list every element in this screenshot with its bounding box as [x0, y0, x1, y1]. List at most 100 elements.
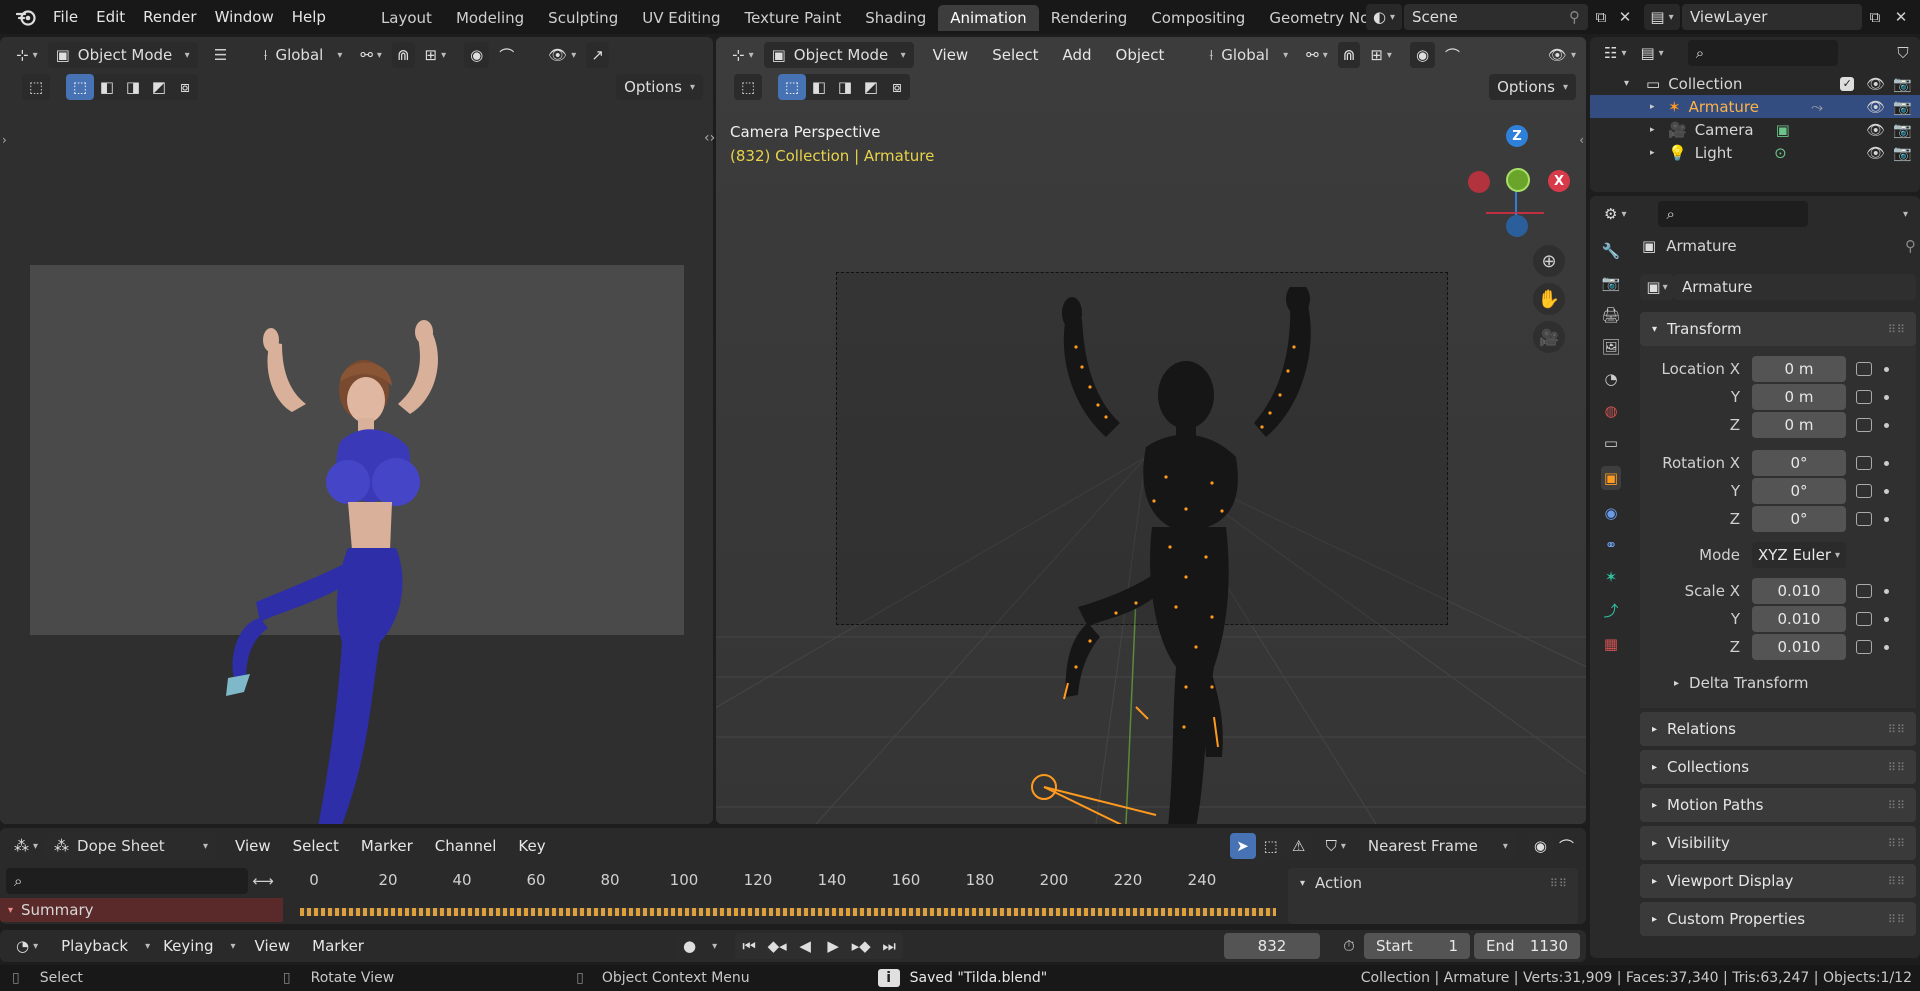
main-snap-toggle[interactable]: ⋒: [1337, 42, 1361, 68]
location-z-field[interactable]: 0 m: [1752, 412, 1846, 438]
left-viewport[interactable]: ⊹ ▾ ▣ Object Mode ▾ ☰ ⟊ Global ▾ ⚯ ▾ ⋒ ⊞ ▾ ◉ ⌒ …: [0, 37, 713, 824]
dopesheet-menu-marker[interactable]: Marker: [352, 837, 422, 855]
main-select-invert-button[interactable]: ◩: [858, 74, 884, 100]
keyframe-dot-icon[interactable]: [1884, 644, 1889, 650]
rotation-z-field[interactable]: 0°: [1752, 506, 1846, 532]
display-mode-dropdown[interactable]: ▤ ▾: [1636, 40, 1667, 66]
camera-render-icon[interactable]: 📷: [1893, 121, 1912, 139]
new-scene-icon[interactable]: ⧉: [1590, 6, 1612, 28]
camera-view-icon[interactable]: 🎥: [1533, 321, 1565, 353]
gizmo-z-axis[interactable]: Z: [1506, 125, 1528, 147]
location-y-field[interactable]: 0 m: [1752, 384, 1846, 410]
camera-render-icon[interactable]: 📷: [1893, 75, 1912, 93]
menu-file[interactable]: File: [44, 8, 87, 26]
snap-target-dropdown[interactable]: ⊞ ▾: [421, 42, 451, 68]
main-viewport[interactable]: ⊹ ▾ ▣ Object Mode ▾ View Select Add Object …: [716, 37, 1586, 824]
custom-properties-panel-header[interactable]: ▸ Custom Properties ⠿⠿: [1640, 902, 1916, 936]
gizmo-toggle[interactable]: ↗: [586, 42, 609, 68]
eye-icon[interactable]: 👁: [1866, 98, 1885, 116]
orientation-dropdown[interactable]: ⟊ Global ▾: [256, 42, 351, 68]
stopwatch-icon[interactable]: ⏱: [1338, 935, 1360, 957]
filter-icon[interactable]: ⛉: [1892, 42, 1914, 64]
object-datablock-dropdown[interactable]: ▣ ▾: [1640, 274, 1674, 300]
dopesheet-falloff-dropdown[interactable]: ⌒: [1555, 833, 1578, 859]
close-viewlayer-icon[interactable]: ✕: [1890, 6, 1912, 28]
timeline-menu-marker[interactable]: Marker: [303, 937, 373, 955]
main-object-mode-dropdown[interactable]: ▣ Object Mode ▾: [763, 42, 914, 68]
relations-panel-header[interactable]: ▸ Relations ⠿⠿: [1640, 712, 1916, 746]
timeline-menu-view[interactable]: View: [246, 937, 300, 955]
lock-icon[interactable]: [1856, 640, 1872, 654]
pivot-dropdown[interactable]: ⚯ ▾: [356, 42, 386, 68]
lock-icon[interactable]: [1856, 584, 1872, 598]
main-select-intersect-button[interactable]: ⧇: [884, 74, 910, 100]
tab-uv-editing[interactable]: UV Editing: [630, 5, 732, 31]
expand-arrow-icon[interactable]: ▾: [1624, 78, 1638, 89]
tab-sculpting[interactable]: Sculpting: [536, 5, 630, 31]
camera-render-icon[interactable]: 📷: [1893, 144, 1912, 162]
collapse-arrow-icon[interactable]: ›: [2, 133, 7, 147]
main-pivot-dropdown[interactable]: ⚯ ▾: [1302, 42, 1332, 68]
main-tweak-tool-button[interactable]: ⬚: [734, 74, 762, 100]
select-subtract-button[interactable]: ◨: [120, 74, 146, 100]
constraint-tab-icon[interactable]: ✶: [1605, 568, 1618, 586]
lock-icon[interactable]: [1856, 390, 1872, 404]
area-split-handle[interactable]: ‹›: [704, 130, 715, 146]
jump-start-button[interactable]: ⏮: [735, 933, 763, 959]
main-options-dropdown[interactable]: Options ▾: [1489, 74, 1576, 100]
lock-icon[interactable]: [1856, 484, 1872, 498]
tab-texture-paint[interactable]: Texture Paint: [732, 5, 853, 31]
zoom-icon[interactable]: ⊕: [1533, 245, 1565, 277]
keyframe-dot-icon[interactable]: [1884, 422, 1889, 428]
jump-next-key-button[interactable]: ▸◆: [847, 933, 875, 959]
texture-tab-icon[interactable]: ▦: [1604, 635, 1618, 653]
main-proportional-toggle[interactable]: ◉: [1409, 42, 1436, 68]
close-scene-icon[interactable]: ✕: [1614, 6, 1636, 28]
rotation-y-field[interactable]: 0°: [1752, 478, 1846, 504]
lock-icon[interactable]: [1856, 456, 1872, 470]
visibility-dropdown[interactable]: 👁 ▾: [544, 42, 580, 68]
action-panel-header[interactable]: ▾ Action ⠿⠿: [1288, 868, 1578, 898]
main-visibility-dropdown[interactable]: 👁 ▾: [1544, 42, 1580, 68]
proportional-toggle[interactable]: ◉: [464, 42, 490, 68]
properties-editor-type-button[interactable]: ⚙ ▾: [1600, 201, 1630, 227]
select-new-button[interactable]: ⬚: [66, 74, 94, 100]
menu-render[interactable]: Render: [134, 8, 205, 26]
rotation-mode-dropdown[interactable]: XYZ Euler ▾: [1752, 542, 1846, 568]
keyframe-dot-icon[interactable]: [1884, 616, 1889, 622]
only-selected-toggle[interactable]: ➤: [1229, 833, 1256, 859]
keyframe-dot-icon[interactable]: [1884, 394, 1889, 400]
show-hidden-toggle[interactable]: ⬚: [1257, 833, 1284, 859]
properties-options-dropdown[interactable]: ▾: [1891, 201, 1916, 227]
scale-x-field[interactable]: 0.010: [1752, 578, 1846, 604]
rotation-x-field[interactable]: 0°: [1752, 450, 1846, 476]
pin-icon[interactable]: ⚲: [1569, 8, 1580, 26]
snap-toggle[interactable]: ⋒: [391, 42, 415, 68]
dopesheet-menu-key[interactable]: Key: [509, 837, 554, 855]
main-falloff-dropdown[interactable]: ⌒: [1441, 42, 1464, 68]
main-select-subtract-button[interactable]: ◨: [832, 74, 858, 100]
eye-icon[interactable]: 👁: [1866, 75, 1885, 93]
dopesheet-mode-dropdown[interactable]: ⁂ Dope Sheet ▾: [46, 833, 217, 859]
lock-icon[interactable]: [1856, 512, 1872, 526]
tab-compositing[interactable]: Compositing: [1139, 5, 1257, 31]
outliner-row-armature[interactable]: ▸ ✶ Armature ⤳ 👁 📷: [1590, 95, 1920, 118]
scene-field[interactable]: Scene ⚲: [1404, 4, 1588, 30]
keyframe-dot-icon[interactable]: [1884, 488, 1889, 494]
collections-panel-header[interactable]: ▸ Collections ⠿⠿: [1640, 750, 1916, 784]
start-frame-field[interactable]: Start 1: [1364, 933, 1470, 959]
select-extend-button[interactable]: ◧: [94, 74, 120, 100]
view-layer-tab-icon[interactable]: 🖼: [1601, 338, 1620, 356]
keyframe-dot-icon[interactable]: [1884, 516, 1889, 522]
pin-icon[interactable]: ⚲: [1905, 237, 1916, 255]
tool-tab-icon[interactable]: 🔧: [1602, 242, 1621, 260]
select-invert-button[interactable]: ◩: [146, 74, 172, 100]
world-tab-icon[interactable]: ◍: [1604, 402, 1617, 420]
new-viewlayer-icon[interactable]: ⧉: [1864, 6, 1886, 28]
outliner-search-input[interactable]: ⌕: [1687, 40, 1838, 66]
transform-panel-header[interactable]: ▾ Transform ⠿⠿: [1640, 312, 1916, 346]
pan-hand-icon[interactable]: ✋: [1533, 283, 1565, 315]
outliner-row-camera[interactable]: ▸ 🎥 Camera ▣ 👁 📷: [1590, 118, 1920, 141]
scene-type-button[interactable]: ◐ ▾: [1366, 4, 1402, 30]
tweak-tool-button[interactable]: ⬚: [22, 74, 50, 100]
